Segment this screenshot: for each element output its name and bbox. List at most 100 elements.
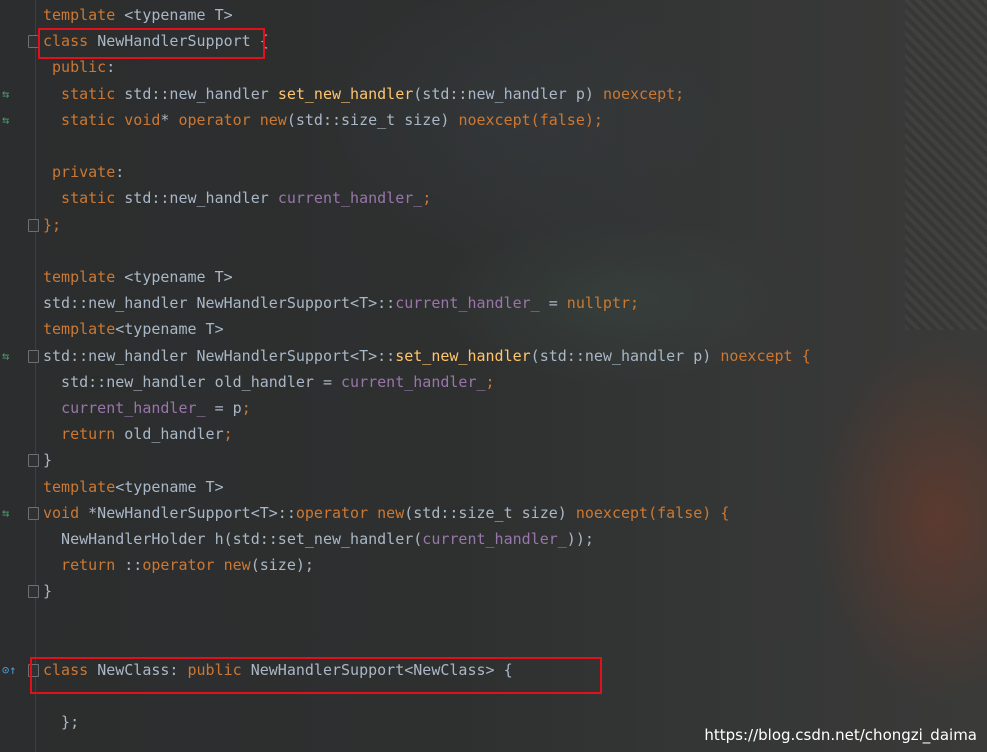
code-token: ; <box>223 425 233 444</box>
code-token: set_new_handler <box>395 346 531 365</box>
code-token: <typename T> <box>115 477 224 496</box>
code-line[interactable]: std::new_handler old_handler = current_h… <box>0 369 987 395</box>
code-token: template <box>43 320 116 339</box>
code-text: current_handler_ = p; <box>43 395 251 421</box>
code-token: NewHandlerHolder h(std::set_new_handler( <box>43 530 423 548</box>
code-line[interactable]: template<typename T> <box>0 316 987 342</box>
code-line[interactable]: ⇆ static std::new_handler set_new_handle… <box>0 81 987 107</box>
implements-gutter-icon[interactable]: ⊙↑ <box>2 657 18 683</box>
code-text: NewHandlerHolder h(std::set_new_handler(… <box>43 526 594 552</box>
code-token: noexcept(false) { <box>575 503 730 522</box>
code-token: * <box>160 110 179 129</box>
code-line[interactable]: std::new_handler NewHandlerSupport<T>::c… <box>0 290 987 316</box>
fold-marker-icon[interactable] <box>28 585 39 599</box>
code-line[interactable]: return old_handler; <box>0 421 987 447</box>
navigate-declaration-icon[interactable]: ⇆ <box>2 343 18 369</box>
code-line[interactable] <box>0 133 987 159</box>
navigate-declaration-icon[interactable]: ⇆ <box>2 500 18 526</box>
code-line[interactable]: template <typename T> <box>0 2 987 28</box>
code-text: }; <box>43 212 61 238</box>
code-token: public <box>43 58 107 77</box>
code-token: current_handler_ <box>422 530 567 548</box>
code-token: operator new <box>178 110 287 129</box>
code-token: return <box>43 556 125 575</box>
code-token: <typename T> <box>115 320 224 339</box>
code-token: = <box>539 294 567 313</box>
code-line[interactable]: } <box>0 447 987 473</box>
code-token: : <box>115 163 125 182</box>
code-token: (std::size_t size) <box>404 503 576 522</box>
code-line[interactable]: ⇆ static void* operator new(std::size_t … <box>0 107 987 133</box>
code-token: :: <box>124 556 143 575</box>
code-token: static <box>43 189 125 208</box>
code-line[interactable]: static std::new_handler current_handler_… <box>0 185 987 211</box>
code-token: std::new_handler old_handler = <box>43 372 342 391</box>
fold-marker-icon[interactable] <box>28 218 39 232</box>
code-text: static std::new_handler current_handler_… <box>43 185 431 211</box>
code-token: <typename T> <box>124 6 233 24</box>
code-text: }; <box>43 709 79 735</box>
code-line[interactable]: template <typename T> <box>0 264 987 290</box>
code-token: noexcept { <box>720 346 811 365</box>
code-token: ; <box>422 189 432 208</box>
code-token: operator new <box>295 503 405 522</box>
code-token: }; <box>43 215 62 234</box>
code-line[interactable] <box>0 631 987 657</box>
code-token: } <box>43 582 53 601</box>
code-token: template <box>43 268 125 286</box>
code-line[interactable]: ⇆ std::new_handler NewHandlerSupport<T>::… <box>0 343 987 369</box>
fold-marker-icon[interactable] <box>28 506 39 520</box>
code-token: current_handler_ <box>341 372 486 391</box>
code-token: std::new_handler NewHandlerSupport<T>:: <box>43 294 396 313</box>
code-token: (size); <box>250 556 314 575</box>
code-line[interactable] <box>0 605 987 631</box>
code-token: noexcept; <box>602 84 685 103</box>
code-line[interactable]: private: <box>0 159 987 185</box>
code-token: (std::size_t size) <box>286 110 459 129</box>
code-text: std::new_handler NewHandlerSupport<T>::c… <box>43 290 639 316</box>
code-text: static void* operator new(std::size_t si… <box>43 107 603 133</box>
code-token: current_handler_ <box>277 189 423 208</box>
code-token: std::new_handler <box>124 84 278 103</box>
code-editor[interactable]: template <typename T> class NewHandlerSup… <box>0 0 987 752</box>
navigate-declaration-icon[interactable]: ⇆ <box>2 107 18 133</box>
code-text: std::new_handler old_handler = current_h… <box>43 369 495 395</box>
watermark-url: https://blog.csdn.net/chongzi_daima <box>704 726 977 744</box>
code-token: current_handler_ <box>61 399 206 417</box>
code-token: private <box>43 163 116 182</box>
code-token: static <box>43 84 125 103</box>
code-line[interactable]: NewHandlerHolder h(std::set_new_handler(… <box>0 526 987 552</box>
code-token: <typename T> <box>124 268 233 286</box>
fold-marker-icon[interactable] <box>28 349 39 363</box>
code-token: (std::new_handler p) <box>530 346 721 365</box>
code-line[interactable] <box>0 238 987 264</box>
navigate-declaration-icon[interactable]: ⇆ <box>2 81 18 107</box>
code-token: ; <box>485 372 495 391</box>
code-text: } <box>43 447 52 473</box>
highlight-box-class-newclass <box>30 657 602 694</box>
code-token: set_new_handler <box>277 84 414 103</box>
code-token: = p <box>205 399 242 417</box>
code-text: template<typename T> <box>43 474 224 500</box>
code-line[interactable]: template<typename T> <box>0 474 987 500</box>
code-line[interactable]: current_handler_ = p; <box>0 395 987 421</box>
code-token: )); <box>566 530 594 548</box>
code-token: void <box>43 503 89 522</box>
code-line[interactable]: ⇆ void *NewHandlerSupport<T>::operator ne… <box>0 500 987 526</box>
code-token: template <box>43 477 116 496</box>
code-token: return <box>43 425 125 444</box>
code-line[interactable]: }; <box>0 212 987 238</box>
fold-marker-icon[interactable] <box>28 454 39 468</box>
code-token: operator new <box>142 556 251 575</box>
code-text: std::new_handler NewHandlerSupport<T>::s… <box>43 343 811 369</box>
code-text: return old_handler; <box>43 421 233 447</box>
code-line[interactable]: } <box>0 578 987 604</box>
code-token: noexcept(false); <box>458 110 603 129</box>
code-line[interactable]: return ::operator new(size); <box>0 552 987 578</box>
code-token: std::new_handler <box>124 189 278 208</box>
code-text: static std::new_handler set_new_handler(… <box>43 81 684 107</box>
code-token: current_handler_ <box>395 294 540 313</box>
code-token: std::new_handler NewHandlerSupport<T>:: <box>43 346 396 365</box>
code-text: void *NewHandlerSupport<T>::operator new… <box>43 500 729 526</box>
